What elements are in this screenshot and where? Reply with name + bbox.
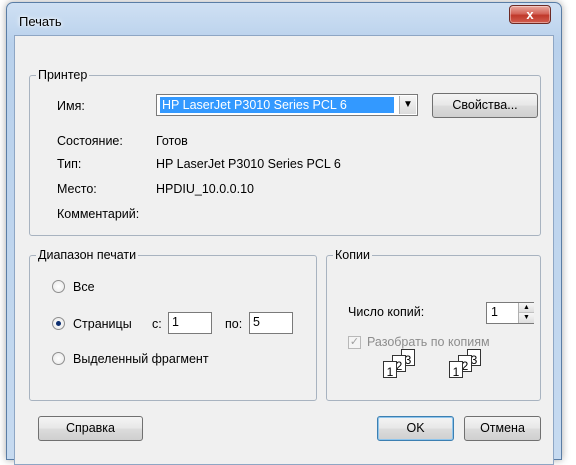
location-label: Место:: [57, 182, 97, 196]
ok-button[interactable]: OK: [377, 416, 454, 441]
close-button[interactable]: x: [509, 5, 551, 24]
print-dialog: Печать x Принтер Имя: HP LaserJet P3010 …: [6, 2, 562, 465]
radio-pages[interactable]: [52, 317, 65, 330]
comment-label: Комментарий:: [57, 207, 140, 221]
location-value: HPDIU_10.0.0.10: [156, 182, 254, 196]
copies-count-label: Число копий:: [348, 305, 425, 319]
cancel-button[interactable]: Отмена: [464, 416, 541, 441]
title-bar[interactable]: Печать x: [7, 3, 561, 35]
printer-name-label: Имя:: [57, 99, 85, 113]
printer-select[interactable]: HP LaserJet P3010 Series PCL 6 ▼: [156, 94, 418, 116]
spin-up-icon[interactable]: ▲: [519, 303, 534, 313]
window-title: Печать: [19, 14, 62, 29]
type-value: HP LaserJet P3010 Series PCL 6: [156, 157, 341, 171]
to-label: по:: [225, 317, 243, 331]
radio-all[interactable]: [52, 280, 65, 293]
help-button-label: Справка: [65, 421, 116, 435]
copies-count-value: 1: [491, 305, 498, 319]
copies-group-label: Копии: [333, 248, 372, 262]
ok-button-label: OK: [406, 421, 425, 435]
collate-checkbox: ✓: [348, 336, 361, 349]
radio-selection[interactable]: [52, 352, 65, 365]
collate-pages-icon: 3 2 1: [375, 341, 435, 381]
from-label: с:: [152, 317, 162, 331]
close-icon: x: [526, 7, 534, 22]
properties-button-label: Свойства...: [452, 98, 518, 112]
copies-count-stepper[interactable]: 1 ▲ ▼: [486, 302, 534, 324]
help-button[interactable]: Справка: [38, 416, 143, 441]
spin-buttons: ▲ ▼: [518, 303, 534, 323]
from-page-input[interactable]: 1: [168, 312, 212, 334]
status-label: Состояние:: [57, 134, 123, 148]
to-page-input[interactable]: 5: [249, 312, 293, 334]
collate-pages-icon: 3 2 1: [441, 341, 501, 381]
page-icon: 1: [383, 361, 397, 379]
printer-select-value: HP LaserJet P3010 Series PCL 6: [160, 97, 394, 113]
radio-selection-label[interactable]: Выделенный фрагмент: [73, 352, 209, 366]
status-value: Готов: [156, 134, 188, 148]
cancel-button-label: Отмена: [480, 421, 525, 435]
spin-down-icon[interactable]: ▼: [519, 313, 534, 323]
properties-button[interactable]: Свойства...: [432, 93, 538, 118]
type-label: Тип:: [57, 157, 82, 171]
chevron-down-icon[interactable]: ▼: [399, 96, 416, 114]
radio-pages-label[interactable]: Страницы: [73, 317, 132, 331]
dialog-body: Принтер Имя: HP LaserJet P3010 Series PC…: [14, 35, 554, 465]
page-icon: 1: [449, 361, 463, 379]
radio-all-label[interactable]: Все: [73, 280, 95, 294]
printer-group-label: Принтер: [36, 68, 90, 82]
print-range-label: Диапазон печати: [36, 248, 139, 262]
